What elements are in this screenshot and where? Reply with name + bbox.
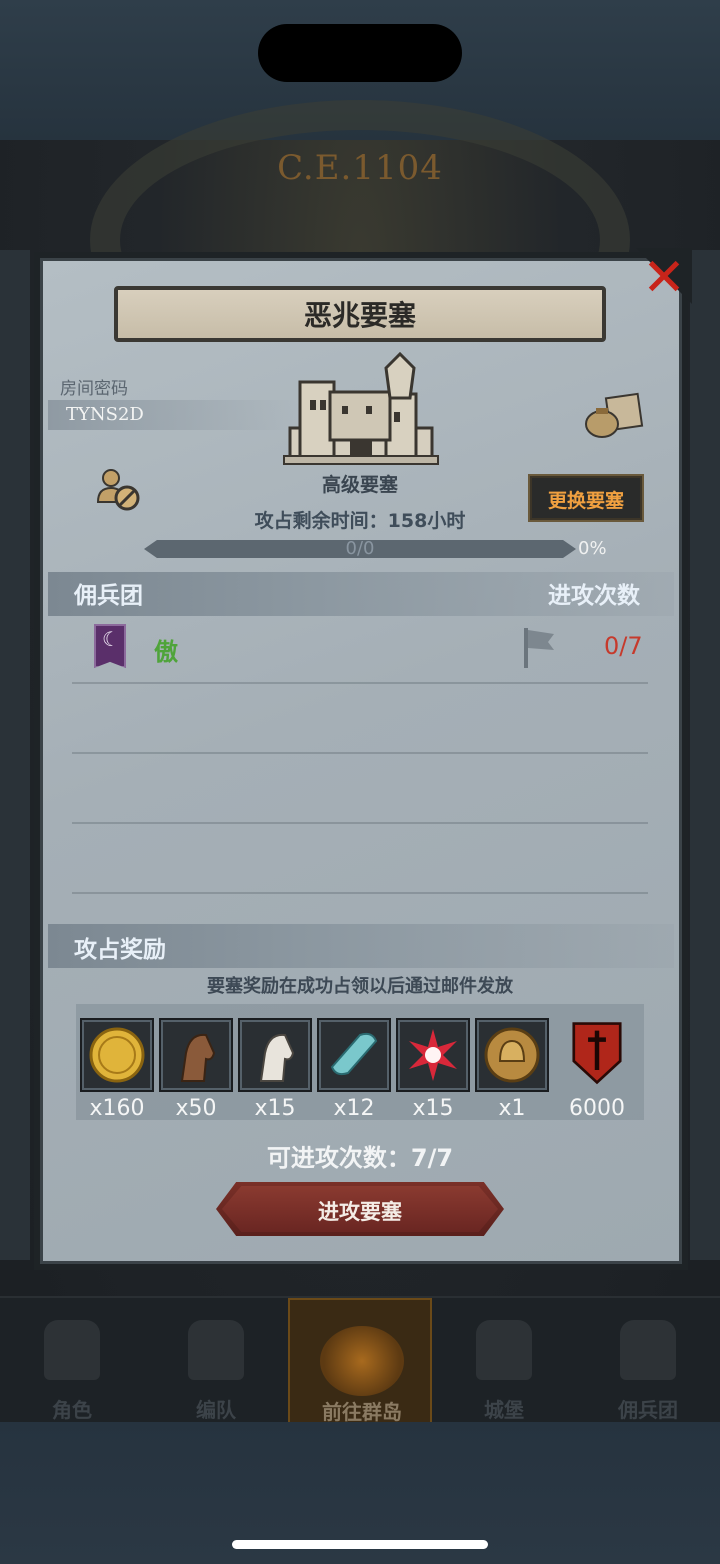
nav-item-formation[interactable]: 编队 bbox=[144, 1298, 288, 1424]
reward-slot bbox=[317, 1018, 391, 1092]
helmet-medal-icon bbox=[484, 1027, 540, 1083]
capture-progress-text: 0/0 bbox=[345, 538, 375, 559]
reward-slot bbox=[238, 1018, 312, 1092]
reward-section-title: 攻占奖励 bbox=[74, 937, 166, 963]
reward-slot bbox=[80, 1018, 154, 1092]
reward-qty: x1 bbox=[498, 1096, 526, 1121]
remaining-time: 攻占剩余时间：158小时 bbox=[254, 510, 466, 532]
reward-slot bbox=[159, 1018, 233, 1092]
attack-fortress-label: 进攻要塞 bbox=[318, 1200, 402, 1224]
compass-icon bbox=[320, 1326, 404, 1396]
red-shield-icon bbox=[572, 1022, 622, 1085]
nav-label: 前往群岛 bbox=[322, 1400, 402, 1424]
crescent-moon-icon: ☾ bbox=[102, 627, 120, 651]
close-icon[interactable]: ✕ bbox=[640, 252, 688, 304]
capture-progress-percent: 0% bbox=[578, 538, 607, 559]
row-divider bbox=[72, 752, 648, 754]
knight-icon bbox=[44, 1320, 100, 1380]
remaining-attacks: 可进攻次数：7/7 bbox=[266, 1144, 454, 1172]
cloth-icon bbox=[330, 1032, 378, 1076]
home-indicator[interactable] bbox=[232, 1540, 488, 1549]
nav-label: 编队 bbox=[196, 1398, 236, 1422]
room-password-value: TYNS2D bbox=[66, 404, 144, 425]
nav-label: 佣兵团 bbox=[618, 1398, 678, 1422]
attempt-count: 0/7 bbox=[604, 632, 643, 660]
white-horse-icon bbox=[259, 1033, 295, 1082]
star-burst-icon bbox=[409, 1029, 457, 1081]
attack-count-title: 进攻次数 bbox=[548, 583, 640, 609]
nav-item-islands[interactable]: 前往群岛 bbox=[288, 1298, 432, 1424]
ship-icon bbox=[620, 1320, 676, 1380]
fortress-icon bbox=[283, 351, 439, 465]
change-fortress-label: 更换要塞 bbox=[547, 490, 624, 512]
reward-slot bbox=[396, 1018, 470, 1092]
reward-item-helmet-medal[interactable]: x1 bbox=[475, 1018, 549, 1121]
dynamic-island bbox=[258, 24, 462, 82]
reward-item-star-burst[interactable]: x15 bbox=[396, 1018, 470, 1121]
castle-icon bbox=[476, 1320, 532, 1380]
room-password-label: 房间密码 bbox=[60, 379, 128, 399]
reward-slot bbox=[475, 1018, 549, 1092]
reward-item-red-shield[interactable]: 6000 bbox=[560, 1018, 634, 1121]
nav-item-castle[interactable]: 城堡 bbox=[432, 1298, 576, 1424]
guild-name[interactable]: 傲 bbox=[154, 632, 178, 667]
row-divider bbox=[72, 892, 648, 894]
reward-item-white-horse[interactable]: x15 bbox=[238, 1018, 312, 1121]
fortress-level: 高级要塞 bbox=[321, 474, 398, 496]
reward-qty: 6000 bbox=[569, 1096, 625, 1121]
era-label: C.E.1104 bbox=[277, 148, 443, 188]
no-entry-icon[interactable] bbox=[96, 468, 142, 512]
brown-horse-icon bbox=[180, 1033, 216, 1082]
right-side-panel bbox=[690, 250, 720, 1260]
reward-item-brown-horse[interactable]: x50 bbox=[159, 1018, 233, 1121]
nav-item-mercenary[interactable]: 佣兵团 bbox=[576, 1298, 720, 1424]
flag-icon bbox=[524, 628, 554, 668]
reward-item-gold[interactable]: x160 bbox=[80, 1018, 154, 1121]
mercenary-section-title: 佣兵团 bbox=[74, 583, 143, 609]
row-divider bbox=[72, 682, 648, 684]
reward-item-cloth[interactable]: x12 bbox=[317, 1018, 391, 1121]
nav-label: 城堡 bbox=[484, 1398, 524, 1422]
left-side-panel bbox=[0, 250, 30, 1260]
nav-item-character[interactable]: 角色 bbox=[0, 1298, 144, 1424]
modal-title: 恶兆要塞 bbox=[303, 299, 416, 332]
bottom-nav: 角色 编队 前往群岛 城堡 佣兵团 bbox=[0, 1296, 720, 1424]
row-divider bbox=[72, 822, 648, 824]
nav-label: 角色 bbox=[52, 1398, 92, 1422]
reward-note: 要塞奖励在成功占领以后通过邮件发放 bbox=[207, 976, 513, 997]
helmet-icon bbox=[188, 1320, 244, 1380]
supplies-icon[interactable] bbox=[584, 392, 644, 438]
gold-coin-icon bbox=[89, 1027, 145, 1083]
